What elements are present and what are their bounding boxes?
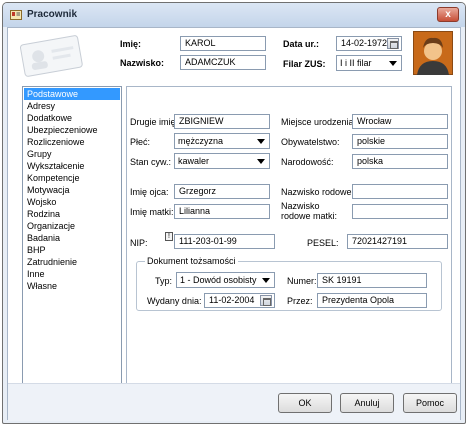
- sex-select[interactable]: mężczyzna: [174, 133, 270, 149]
- zus-pillar-label: Filar ZUS:: [283, 59, 326, 69]
- calendar-icon[interactable]: [260, 295, 272, 306]
- details-panel: Drugie imię: ZBIGNIEW Płeć: mężczyzna St…: [126, 86, 452, 408]
- birth-place-label: Miejsce urodzenia:: [281, 117, 357, 127]
- issue-date-value: 11-02-2004: [209, 295, 255, 305]
- father-name-label: Imię ojca:: [130, 187, 169, 197]
- sidebar-item-rozliczeniowe[interactable]: Rozliczeniowe: [24, 136, 120, 148]
- sidebar-item-motywacja[interactable]: Motywacja: [24, 184, 120, 196]
- first-name-field[interactable]: KAROL: [180, 36, 266, 51]
- sidebar-item-grupy[interactable]: Grupy: [24, 148, 120, 160]
- sidebar-item-wlasne[interactable]: Własne: [24, 280, 120, 292]
- close-button[interactable]: x: [437, 7, 459, 22]
- first-name-label: Imię:: [120, 39, 142, 49]
- sidebar-item-wyksztalcenie[interactable]: Wykształcenie: [24, 160, 120, 172]
- issue-date-label: Wydany dnia:: [147, 296, 202, 306]
- sidebar-item-adresy[interactable]: Adresy: [24, 100, 120, 112]
- marital-status-value: kawaler: [178, 156, 210, 166]
- nip-field[interactable]: 111-203-01-99: [174, 234, 275, 249]
- mother-name-field[interactable]: Lilianna: [174, 204, 270, 219]
- calendar-icon[interactable]: [387, 38, 399, 49]
- chevron-down-icon: [257, 139, 265, 144]
- sex-label: Płeć:: [130, 137, 151, 147]
- family-name-label: Nazwisko rodowe:: [281, 187, 355, 197]
- employee-photo-avatar[interactable]: [413, 31, 453, 75]
- sidebar-item-kompetencje[interactable]: Kompetencje: [24, 172, 120, 184]
- father-name-field[interactable]: Grzegorz: [174, 184, 270, 199]
- issued-by-field[interactable]: Prezydenta Opola: [317, 293, 427, 308]
- document-type-value: 1 - Dowód osobisty: [180, 275, 257, 285]
- citizenship-field[interactable]: polskie: [352, 134, 448, 149]
- app-icon: [10, 10, 22, 20]
- last-name-label: Nazwisko:: [120, 58, 165, 68]
- document-number-field[interactable]: SK 19191: [317, 273, 427, 288]
- chevron-down-icon: [262, 278, 270, 283]
- id-card-icon: [19, 35, 83, 77]
- mother-family-name-field[interactable]: [352, 204, 448, 219]
- button-bar: OK Anuluj Pomoc: [8, 383, 460, 421]
- sidebar-item-dodatkowe[interactable]: Dodatkowe: [24, 112, 120, 124]
- chevron-down-icon: [389, 61, 397, 66]
- sex-value: mężczyzna: [178, 136, 224, 146]
- sidebar-item-wojsko[interactable]: Wojsko: [24, 196, 120, 208]
- birth-place-field[interactable]: Wrocław: [352, 114, 448, 129]
- sidebar-item-badania[interactable]: Badania: [24, 232, 120, 244]
- nip-info-icon[interactable]: !: [165, 232, 173, 241]
- sidebar-item-organizacje[interactable]: Organizacje: [24, 220, 120, 232]
- nip-label: NIP:: [130, 238, 148, 248]
- marital-status-select[interactable]: kawaler: [174, 153, 270, 169]
- sidebar-item-podstawowe[interactable]: Podstawowe: [24, 88, 120, 100]
- title-bar[interactable]: Pracownik x: [3, 3, 465, 27]
- document-type-select[interactable]: 1 - Dowód osobisty: [176, 272, 275, 288]
- sidebar-item-ubezpieczeniowe[interactable]: Ubezpieczeniowe: [24, 124, 120, 136]
- last-name-field[interactable]: ADAMCZUK: [180, 55, 266, 70]
- birth-date-label: Data ur.:: [283, 39, 320, 49]
- mother-family-name-label-1: Nazwisko: [281, 201, 320, 211]
- citizenship-label: Obywatelstwo:: [281, 137, 340, 147]
- nationality-field[interactable]: polska: [352, 154, 448, 169]
- pesel-label: PESEL:: [307, 238, 339, 248]
- window-title: Pracownik: [27, 9, 78, 20]
- employee-window: Pracownik x Imię: KAROL Nazwisko: ADAMCZ…: [2, 2, 466, 424]
- mother-name-label: Imię matki:: [130, 207, 174, 217]
- middle-name-label: Drugie imię:: [130, 117, 179, 127]
- ok-button[interactable]: OK: [278, 393, 332, 413]
- issued-by-label: Przez:: [287, 296, 313, 306]
- sidebar-item-rodzina[interactable]: Rodzina: [24, 208, 120, 220]
- document-number-label: Numer:: [287, 276, 317, 286]
- middle-name-field[interactable]: ZBIGNIEW: [174, 114, 270, 129]
- pesel-field[interactable]: 72021427191: [347, 234, 448, 249]
- help-button[interactable]: Pomoc: [403, 393, 457, 413]
- section-list: Podstawowe Adresy Dodatkowe Ubezpieczeni…: [22, 86, 122, 408]
- sidebar-item-inne[interactable]: Inne: [24, 268, 120, 280]
- identity-document-group: Dokument tożsamości Typ: 1 - Dowód osobi…: [136, 256, 442, 311]
- zus-pillar-select[interactable]: I i II filar: [336, 55, 402, 71]
- birth-date-value: 14-02-1972: [341, 38, 388, 48]
- issue-date-field[interactable]: 11-02-2004: [204, 293, 275, 308]
- family-name-field[interactable]: [352, 184, 448, 199]
- chevron-down-icon: [257, 159, 265, 164]
- document-type-label: Typ:: [155, 276, 173, 286]
- mother-family-name-label-2: rodowe matki:: [281, 211, 338, 221]
- nationality-label: Narodowość:: [281, 157, 334, 167]
- sidebar-item-bhp[interactable]: BHP: [24, 244, 120, 256]
- cancel-button[interactable]: Anuluj: [340, 393, 394, 413]
- birth-date-field[interactable]: 14-02-1972: [336, 36, 402, 51]
- client-area: Imię: KAROL Nazwisko: ADAMCZUK Data ur.:…: [7, 27, 461, 421]
- marital-status-label: Stan cyw.:: [130, 157, 172, 167]
- zus-pillar-value: I i II filar: [340, 58, 372, 68]
- sidebar-item-zatrudnienie[interactable]: Zatrudnienie: [24, 256, 120, 268]
- identity-document-title: Dokument tożsamości: [145, 256, 238, 266]
